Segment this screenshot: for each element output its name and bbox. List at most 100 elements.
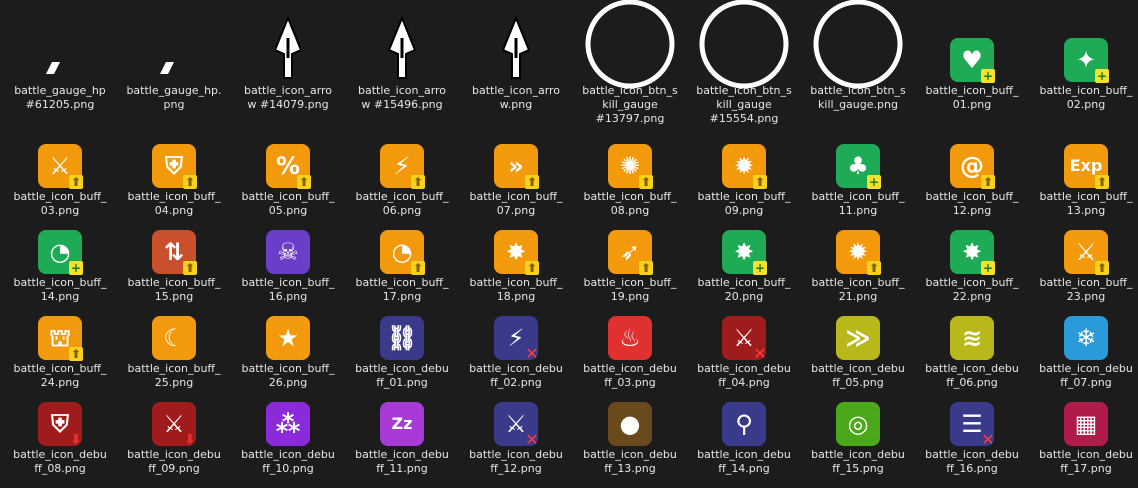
file-item[interactable]: ⇅ ⬆ battle_icon_buff_ 15.png xyxy=(118,228,230,304)
file-item[interactable]: battle_icon_btn_s kill_gauge #15554.png xyxy=(688,0,800,126)
icon-glyph: ♥ xyxy=(961,46,983,74)
icon-glyph: » xyxy=(508,152,524,180)
file-thumbnail: ✹ ⬆ xyxy=(808,228,908,275)
file-item[interactable]: Exp ⬆ battle_icon_buff_ 13.png xyxy=(1030,142,1138,218)
file-item[interactable]: ✸ ⬆ battle_icon_buff_ 18.png xyxy=(460,228,572,304)
file-item[interactable]: ⚲ battle_icon_debu ff_14.png xyxy=(688,400,800,476)
file-thumbnail xyxy=(808,0,908,89)
x-badge-icon: ✕ xyxy=(525,344,539,363)
file-item[interactable]: battle_gauge_hp #61205.png xyxy=(4,0,116,112)
file-item[interactable]: ◔ + battle_icon_buff_ 14.png xyxy=(4,228,116,304)
file-item[interactable]: ⛨ ⬆ battle_icon_buff_ 04.png xyxy=(118,142,230,218)
file-item[interactable]: ◎ battle_icon_debu ff_15.png xyxy=(802,400,914,476)
file-item[interactable]: ⚡ ⬆ battle_icon_buff_ 06.png xyxy=(346,142,458,218)
icon-glyph: ➶ xyxy=(619,238,641,266)
file-item[interactable]: ♣ + battle_icon_buff_ 11.png xyxy=(802,142,914,218)
icon-glyph: ⚔ xyxy=(505,410,527,438)
file-item[interactable]: ☾ battle_icon_buff_ 25.png xyxy=(118,314,230,390)
file-item[interactable]: Zz battle_icon_debu ff_11.png xyxy=(346,400,458,476)
file-item[interactable]: ⁂ battle_icon_debu ff_10.png xyxy=(232,400,344,476)
icon-glyph: ✹ xyxy=(847,238,869,266)
file-thumbnail: ▦ xyxy=(1036,400,1136,446)
up-badge-icon: ⬆ xyxy=(69,175,83,189)
file-item[interactable]: ☰ ✕ battle_icon_debu ff_16.png xyxy=(916,400,1028,476)
shield-gear-buff-icon: ✹ ⬆ xyxy=(722,144,767,189)
file-item[interactable]: ✸ + battle_icon_buff_ 22.png xyxy=(916,228,1028,304)
file-item[interactable]: @ ⬆ battle_icon_buff_ 12.png xyxy=(916,142,1028,218)
file-item[interactable]: ≋ battle_icon_debu ff_06.png xyxy=(916,314,1028,390)
file-item[interactable]: ◔ ⬆ battle_icon_buff_ 17.png xyxy=(346,228,458,304)
file-thumbnail: ⚔ ✕ xyxy=(466,400,566,448)
file-name: battle_gauge_hp. png xyxy=(126,84,222,111)
file-item[interactable]: ⚔ ✕ battle_icon_debu ff_04.png xyxy=(688,314,800,390)
plus-badge-icon: + xyxy=(981,261,995,275)
file-item[interactable]: battle_icon_btn_s kill_gauge.png xyxy=(802,0,914,112)
file-item[interactable]: » ⬆ battle_icon_buff_ 07.png xyxy=(460,142,572,218)
file-thumbnail: ⚡ ✕ xyxy=(466,314,566,363)
icon-glyph: ⁂ xyxy=(275,410,301,438)
file-name: battle_icon_arro w.png xyxy=(471,84,561,111)
file-item[interactable]: ⚔ ⬇ battle_icon_debu ff_09.png xyxy=(118,400,230,476)
burst-buff-icon: ✸ ⬆ xyxy=(494,230,539,275)
icon-glyph: ⚔ xyxy=(163,410,185,438)
file-item[interactable]: battle_gauge_hp. png xyxy=(118,0,230,112)
file-item[interactable]: battle_icon_btn_s kill_gauge #13797.png xyxy=(574,0,686,126)
file-thumbnail xyxy=(10,0,110,82)
file-thumbnail: ❄ xyxy=(1036,314,1136,360)
file-item[interactable]: ⛓ battle_icon_debu ff_01.png xyxy=(346,314,458,390)
up-badge-icon: ⬆ xyxy=(639,175,653,189)
file-item[interactable]: ☠ battle_icon_buff_ 16.png xyxy=(232,228,344,304)
wave-debuff-icon: ≋ xyxy=(950,316,994,360)
heart-buff-icon: ♥ + xyxy=(950,38,995,83)
file-item[interactable]: ⛫ ⬆ battle_icon_buff_ 24.png xyxy=(4,314,116,390)
file-item[interactable]: ♨ battle_icon_debu ff_03.png xyxy=(574,314,686,390)
up-badge-icon: ⬆ xyxy=(69,347,83,361)
file-thumbnail: Exp ⬆ xyxy=(1036,142,1136,189)
file-item[interactable]: ✹ ⬆ battle_icon_buff_ 21.png xyxy=(802,228,914,304)
file-item[interactable]: battle_icon_arro w #14079.png xyxy=(232,0,344,112)
sleep-debuff-icon: Zz xyxy=(380,402,424,446)
file-item[interactable]: ⚔ ⬆ battle_icon_buff_ 03.png xyxy=(4,142,116,218)
file-name: battle_icon_buff_ 16.png xyxy=(241,276,335,303)
file-item[interactable]: ● battle_icon_debu ff_13.png xyxy=(574,400,686,476)
file-item[interactable]: ≫ battle_icon_debu ff_05.png xyxy=(802,314,914,390)
file-thumbnail: ♥ + xyxy=(922,0,1022,83)
file-item[interactable]: % ⬆ battle_icon_buff_ 05.png xyxy=(232,142,344,218)
plus-badge-icon: + xyxy=(981,69,995,83)
file-item[interactable]: battle_icon_arro w.png xyxy=(460,0,572,112)
file-item[interactable]: ★ battle_icon_buff_ 26.png xyxy=(232,314,344,390)
file-item[interactable]: ➶ ⬆ battle_icon_buff_ 19.png xyxy=(574,228,686,304)
file-name: battle_icon_debu ff_02.png xyxy=(469,362,563,389)
file-item[interactable]: ▦ battle_icon_debu ff_17.png xyxy=(1030,400,1138,476)
icon-glyph: Zz xyxy=(391,414,413,433)
file-thumbnail: ⛨ ⬇ xyxy=(10,400,110,447)
file-thumbnail xyxy=(694,0,794,89)
file-thumbnail: ♨ xyxy=(580,314,680,360)
plus-badge-icon: + xyxy=(1095,69,1109,83)
file-item[interactable]: ❄ battle_icon_debu ff_07.png xyxy=(1030,314,1138,390)
file-name: battle_icon_btn_s kill_gauge #15554.png xyxy=(696,84,792,125)
plus-badge-icon: + xyxy=(69,261,83,275)
file-item[interactable]: ⚡ ✕ battle_icon_debu ff_02.png xyxy=(460,314,572,390)
fire-debuff-icon: ♨ xyxy=(608,316,652,360)
file-item[interactable]: ✦ + battle_icon_buff_ 02.png xyxy=(1030,0,1138,112)
file-item[interactable]: ✹ ⬆ battle_icon_buff_ 09.png xyxy=(688,142,800,218)
file-name: battle_icon_buff_ 06.png xyxy=(355,190,449,217)
file-name: battle_icon_arro w #14079.png xyxy=(243,84,333,111)
file-name: battle_icon_buff_ 25.png xyxy=(127,362,221,389)
file-item[interactable]: ⛨ ⬇ battle_icon_debu ff_08.png xyxy=(4,400,116,476)
file-item[interactable]: ⚔ ⬆ battle_icon_buff_ 23.png xyxy=(1030,228,1138,304)
icon-glyph: ❄ xyxy=(1075,324,1097,352)
clover-buff-icon: ♣ + xyxy=(836,144,881,189)
file-name: battle_icon_buff_ 09.png xyxy=(697,190,791,217)
file-name: battle_icon_debu ff_13.png xyxy=(583,448,677,475)
file-item[interactable]: ✺ ⬆ battle_icon_buff_ 08.png xyxy=(574,142,686,218)
file-name: battle_icon_debu ff_12.png xyxy=(469,448,563,475)
file-item[interactable]: ✸ + battle_icon_buff_ 20.png xyxy=(688,228,800,304)
file-item[interactable]: ⚔ ✕ battle_icon_debu ff_12.png xyxy=(460,400,572,476)
file-item[interactable]: ♥ + battle_icon_buff_ 01.png xyxy=(916,0,1028,112)
up-badge-icon: ⬆ xyxy=(183,175,197,189)
file-item[interactable]: battle_icon_arro w #15496.png xyxy=(346,0,458,112)
file-thumbnail: ★ xyxy=(238,314,338,360)
icon-glyph: ✸ xyxy=(961,238,983,266)
